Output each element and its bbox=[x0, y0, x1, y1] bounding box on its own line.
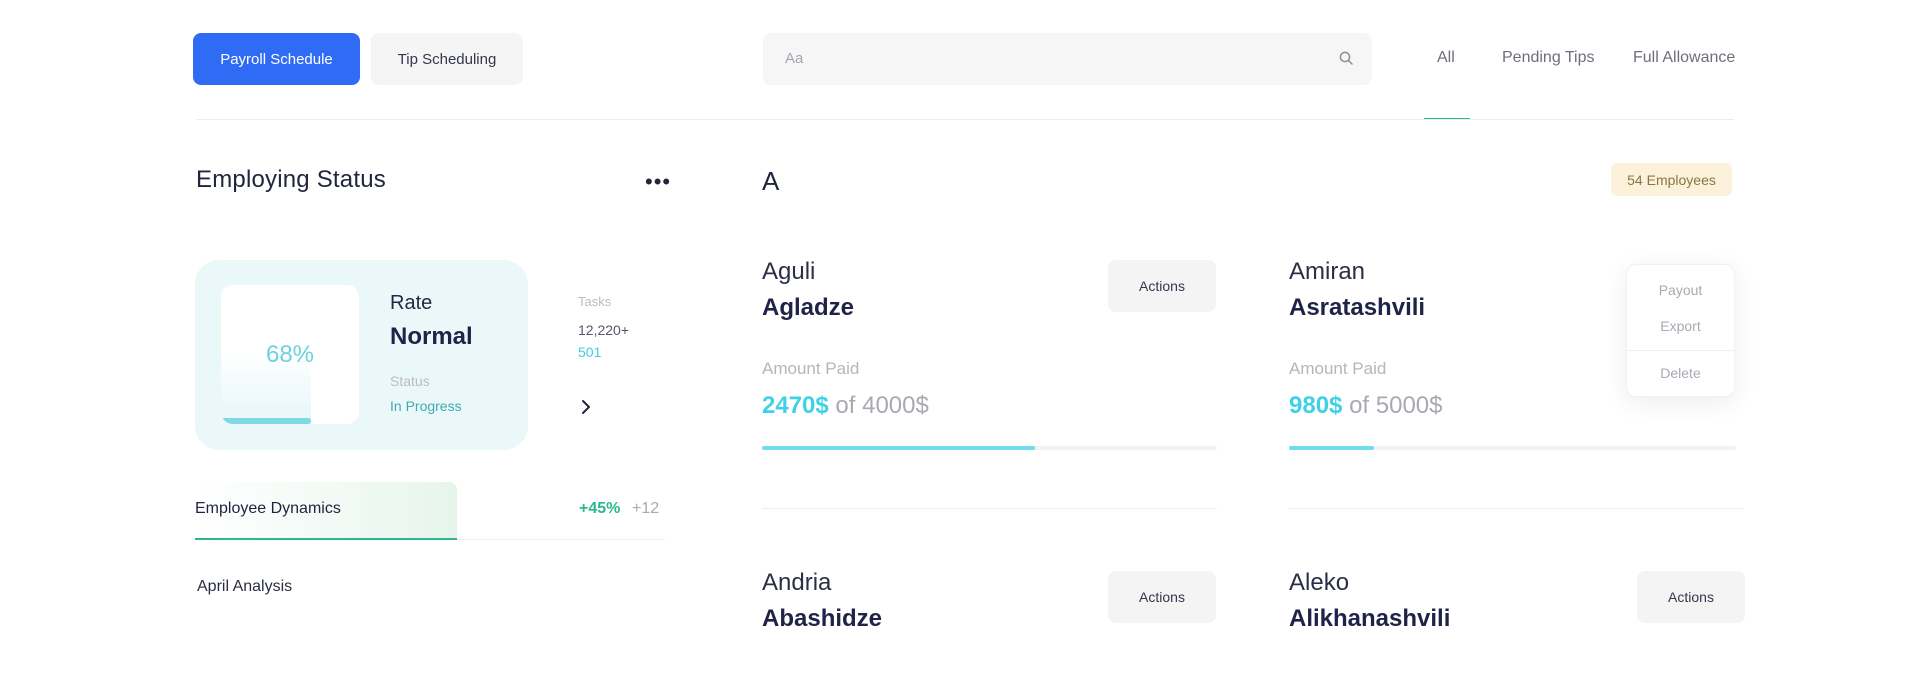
rate-gauge: 68% bbox=[221, 285, 359, 424]
card-divider bbox=[1289, 508, 1744, 509]
card-divider bbox=[762, 508, 1217, 509]
employee-dynamics-underline bbox=[195, 538, 457, 540]
payment-progress-bar bbox=[762, 446, 1035, 450]
paid-value: 2470$ bbox=[762, 392, 829, 419]
menu-divider bbox=[1627, 350, 1734, 351]
employee-card: Aleko Alikhanashvili Actions bbox=[1289, 569, 1745, 649]
tip-scheduling-button[interactable]: Tip Scheduling bbox=[371, 33, 523, 85]
actions-menu: Payout Export Delete bbox=[1626, 264, 1735, 397]
amount-paid-label: Amount Paid bbox=[1289, 359, 1387, 378]
rate-card: 68% Rate Normal Status In Progress bbox=[195, 260, 528, 450]
employee-first-name: Andria bbox=[762, 569, 832, 596]
employee-first-name: Aguli bbox=[762, 258, 816, 285]
search-input[interactable]: Aa bbox=[785, 50, 803, 67]
employee-last-name: Asratashvili bbox=[1289, 294, 1426, 321]
actions-button[interactable]: Actions bbox=[1637, 571, 1745, 623]
tab-full-allowance[interactable]: Full Allowance bbox=[1633, 49, 1735, 67]
rate-label: Rate bbox=[390, 292, 433, 314]
amount-total: of 5000$ bbox=[1349, 392, 1443, 419]
paid-value: 980$ bbox=[1289, 392, 1343, 419]
group-letter: A bbox=[762, 166, 780, 196]
actions-button[interactable]: Actions bbox=[1108, 260, 1216, 312]
dynamics-divider bbox=[457, 539, 665, 540]
payment-progress-bar bbox=[1289, 446, 1374, 450]
actions-button[interactable]: Actions bbox=[1108, 571, 1216, 623]
amount-total: of 4000$ bbox=[835, 392, 929, 419]
rate-percent: 68% bbox=[265, 341, 315, 368]
payment-progress-track bbox=[762, 446, 1217, 450]
payment-progress-track bbox=[1289, 446, 1736, 450]
employee-card: Aguli Agladze Actions Amount Paid 2470$ … bbox=[762, 258, 1217, 509]
tasks-value: 12,220+ bbox=[578, 322, 629, 338]
header-divider bbox=[196, 119, 1734, 120]
tasks-label: Tasks bbox=[578, 294, 612, 309]
status-value: In Progress bbox=[390, 398, 462, 414]
rate-gauge-bar bbox=[221, 418, 311, 424]
employee-dynamics-label: Employee Dynamics bbox=[195, 500, 341, 517]
menu-item-export[interactable]: Export bbox=[1627, 318, 1734, 334]
employee-first-name: Amiran bbox=[1289, 258, 1366, 285]
menu-item-payout[interactable]: Payout bbox=[1627, 282, 1734, 298]
employee-card: Andria Abashidze Actions bbox=[762, 569, 1217, 649]
amount-paid-value: 2470$ of 4000$ bbox=[762, 392, 929, 420]
april-analysis-link[interactable]: April Analysis bbox=[197, 578, 292, 596]
payroll-schedule-button[interactable]: Payroll Schedule bbox=[193, 33, 360, 85]
tasks-sub-value: 501 bbox=[578, 344, 602, 360]
dynamics-percent: +45% bbox=[579, 500, 621, 517]
tab-pending-tips[interactable]: Pending Tips bbox=[1502, 49, 1595, 67]
rate-value: Normal bbox=[390, 323, 473, 350]
status-label: Status bbox=[390, 373, 430, 389]
employee-count-badge: 54 Employees bbox=[1611, 163, 1732, 196]
chevron-right-icon[interactable] bbox=[579, 398, 593, 416]
search-bar[interactable]: Aa bbox=[763, 33, 1372, 85]
more-options-icon[interactable]: ••• bbox=[645, 171, 671, 193]
employee-first-name: Aleko bbox=[1289, 569, 1350, 596]
employee-last-name: Abashidze bbox=[762, 605, 883, 632]
dynamics-count: +12 bbox=[632, 500, 660, 517]
menu-item-delete[interactable]: Delete bbox=[1627, 365, 1734, 381]
search-icon[interactable] bbox=[1338, 50, 1354, 66]
tab-all[interactable]: All bbox=[1437, 49, 1455, 67]
section-title: Employing Status bbox=[196, 166, 386, 193]
amount-paid-label: Amount Paid bbox=[762, 359, 860, 378]
amount-paid-value: 980$ of 5000$ bbox=[1289, 392, 1442, 420]
employee-last-name: Alikhanashvili bbox=[1289, 605, 1451, 632]
employee-last-name: Agladze bbox=[762, 294, 855, 321]
